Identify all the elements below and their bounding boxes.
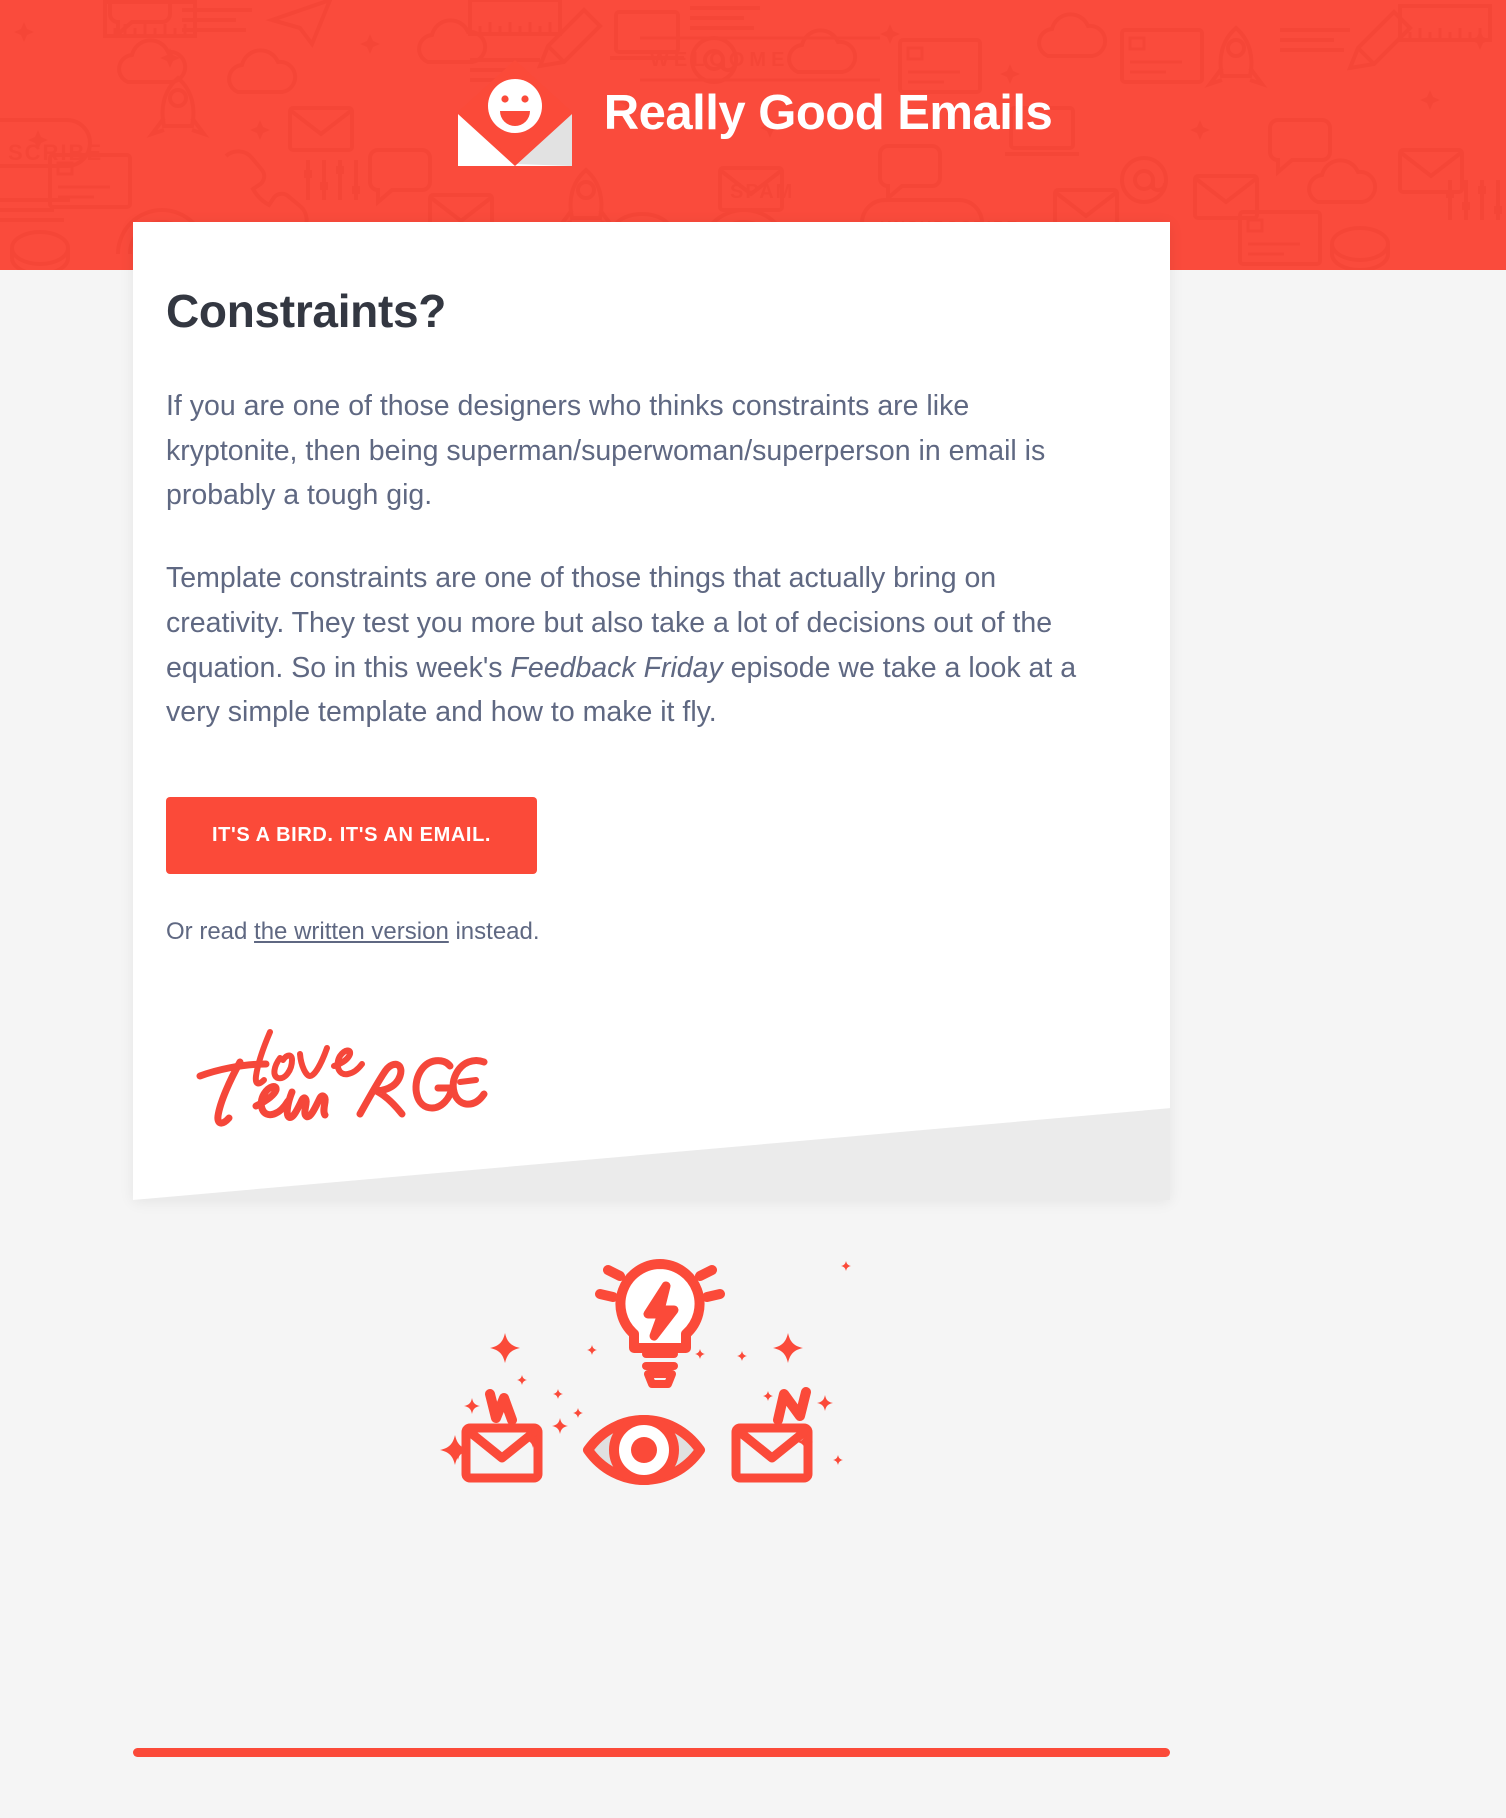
read-written-version-line: Or read the written version instead. [166,918,1100,946]
read-suffix-text: instead. [448,918,540,946]
email-body-card: Constraints? If you are one of those des… [133,222,1170,1200]
envelope-smiley-icon [456,60,573,167]
paragraph-1-text: If you are one of those designers who th… [166,390,1046,512]
cta-button[interactable]: IT'S A BIRD. IT'S AN EMAIL. [166,797,538,875]
feedback-friday-emphasis: Feedback Friday [510,651,723,684]
zigzag-icon-right [773,1387,811,1425]
body-paragraph-2: Template constraints are one of those th… [166,556,1100,735]
body-paragraph-1: If you are one of those designers who th… [166,384,1100,518]
footer-divider [133,1748,1170,1757]
read-prefix-text: Or read [166,918,255,946]
email-page: SCRIBE WELCOME SPAM Really Good Emails C… [0,0,1506,1818]
card-content: Constraints? If you are one of those des… [133,222,1170,1138]
zigzag-icon-left [485,1389,517,1425]
lightbulb-icon [595,1259,725,1388]
lightbulb-eye-envelopes-illustration [440,1259,851,1485]
eye-icon [583,1415,705,1485]
brand-title: Really Good Emails [603,85,1053,140]
envelope-icon-left [466,1428,538,1478]
written-version-link[interactable]: the written version [254,918,449,945]
signature-love-team-rge [188,1018,1100,1138]
page-title: Constraints? [166,285,447,337]
brand-lockup[interactable]: Really Good Emails [454,58,1053,168]
envelope-icon-right [736,1428,808,1478]
